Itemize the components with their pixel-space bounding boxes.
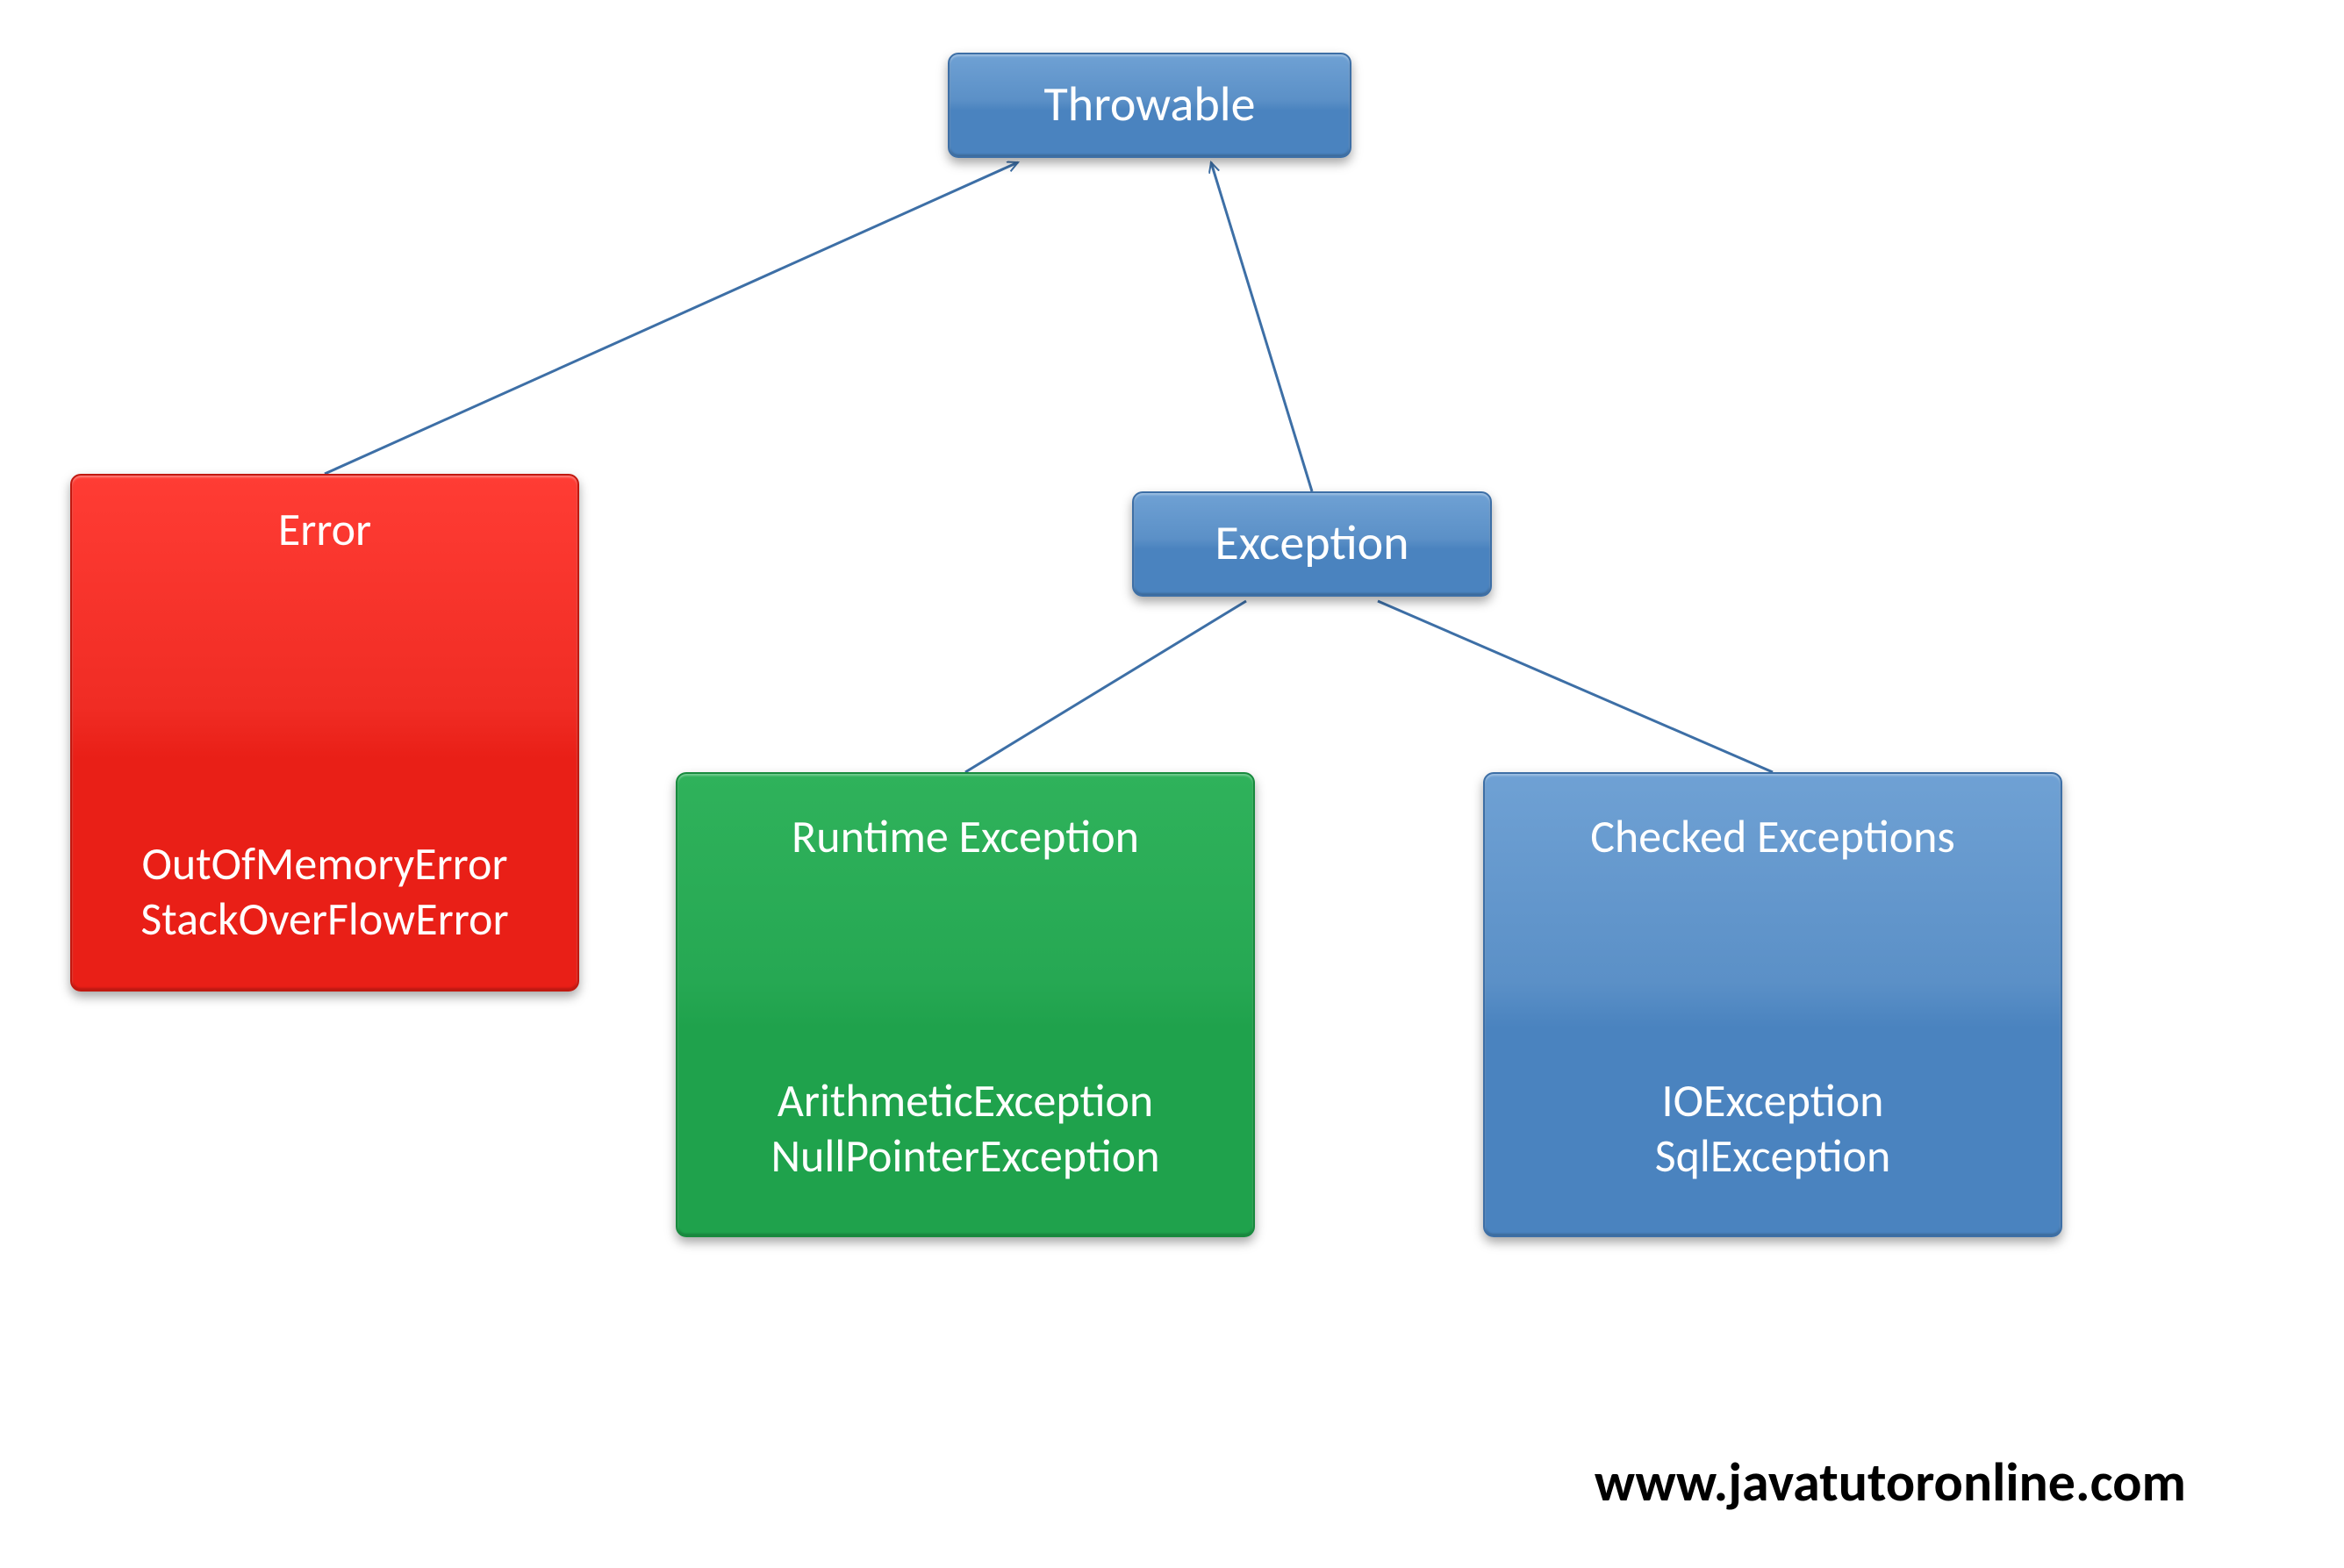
node-checked-exceptions: Checked Exceptions IOException SqlExcept… xyxy=(1483,772,2062,1237)
node-runtime-exception: Runtime Exception ArithmeticException Nu… xyxy=(676,772,1255,1237)
node-checked-example-1: IOException xyxy=(1509,1073,2036,1128)
node-error-example-2: StackOverFlowError xyxy=(97,891,553,946)
node-error-example-1: OutOfMemoryError xyxy=(97,836,553,891)
node-throwable: Throwable xyxy=(948,53,1351,158)
node-error-title: Error xyxy=(97,502,553,556)
node-checked-example-2: SqlException xyxy=(1509,1128,2036,1183)
node-exception-title: Exception xyxy=(1169,514,1455,573)
node-checked-examples: IOException SqlException xyxy=(1509,1073,2036,1183)
diagram-canvas: Throwable Error OutOfMemoryError StackOv… xyxy=(0,0,2344,1568)
node-error: Error OutOfMemoryError StackOverFlowErro… xyxy=(70,474,579,992)
node-error-examples: OutOfMemoryError StackOverFlowError xyxy=(97,836,553,946)
node-runtime-title: Runtime Exception xyxy=(702,809,1229,863)
node-runtime-example-1: ArithmeticException xyxy=(702,1073,1229,1128)
node-exception: Exception xyxy=(1132,491,1492,597)
footer-url: www.javatutoronline.com xyxy=(1595,1449,2186,1515)
node-runtime-example-2: NullPointerException xyxy=(702,1128,1229,1183)
node-checked-title: Checked Exceptions xyxy=(1509,809,2036,863)
node-runtime-examples: ArithmeticException NullPointerException xyxy=(702,1073,1229,1183)
node-throwable-title: Throwable xyxy=(985,75,1315,134)
